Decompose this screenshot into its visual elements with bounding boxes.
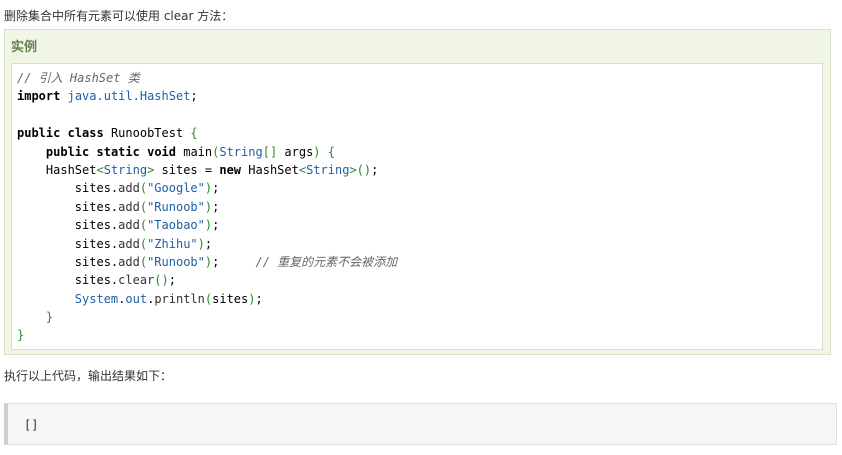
code-line: sites.add("Runoob"); // 重复的元素不会被添加 (17, 253, 822, 271)
code-line: public static void main(String[] args) { (17, 143, 822, 161)
code-token: ) (197, 236, 205, 251)
code-token: java.util.HashSet (67, 89, 191, 104)
code-line: System.out.println(sites); (17, 290, 822, 308)
code-token: clear (118, 273, 155, 288)
code-token: "Runoob" (147, 199, 205, 214)
code-token: public (17, 126, 61, 141)
code-token: add (118, 218, 140, 233)
code-line: sites.add("Runoob"); (17, 198, 822, 216)
code-line: import java.util.HashSet; (17, 87, 822, 105)
code-token: } (45, 310, 54, 325)
code-token: sites (17, 254, 111, 269)
code-token: ; (255, 291, 263, 306)
code-token: sites (17, 199, 111, 214)
code-token: "Taobao" (147, 218, 205, 233)
code-token: ; (212, 199, 220, 214)
code-token: sites (17, 236, 111, 251)
code-token: RunoobTest (103, 126, 191, 141)
code-token: ( (139, 236, 148, 251)
code-token: ( (139, 181, 148, 196)
code-token: out (125, 291, 148, 306)
code-token: ; (212, 218, 220, 233)
code-token: ( (139, 218, 148, 233)
code-token: args (277, 144, 314, 159)
code-line: public class RunoobTest { (17, 124, 822, 142)
code-token: >() (349, 162, 372, 177)
code-token: "Google" (147, 181, 205, 196)
code-token: HashSet (17, 162, 97, 177)
code-token: add (118, 199, 140, 214)
code-token: sites (212, 291, 249, 306)
intro-text: 删除集合中所有元素可以使用 clear 方法： (4, 9, 234, 23)
code-line: ​ (17, 106, 822, 124)
code-line: // 引入 HashSet 类 (17, 69, 822, 87)
code-token: import (17, 89, 61, 104)
code-token: ; (168, 273, 176, 288)
code-token: < (298, 162, 307, 177)
code-token: void (147, 144, 176, 159)
code-token: new (219, 162, 242, 177)
code-line: sites.add("Zhihu"); (17, 235, 822, 253)
code-token: HashSet (241, 162, 299, 177)
code-token: { (190, 126, 198, 141)
code-token: String (103, 162, 148, 177)
code-line: } (17, 326, 822, 344)
output-block[interactable]: [] (4, 403, 837, 445)
code-token: sites (154, 162, 205, 177)
code-token: sites (17, 181, 111, 196)
code-line: HashSet<String> sites = new HashSet<Stri… (17, 161, 822, 179)
code-line: sites.add("Taobao"); (17, 216, 822, 234)
code-token: String (219, 144, 263, 159)
code-token: static (96, 144, 140, 159)
code-line: } (17, 308, 822, 326)
code-token: () (154, 273, 169, 288)
code-token: System (74, 291, 119, 306)
code-token: sites (17, 273, 111, 288)
code-line: sites.add("Google"); (17, 179, 822, 197)
code-token: add (118, 181, 140, 196)
example-title: 实例 (11, 40, 38, 55)
code-line: sites.clear(); (17, 271, 822, 289)
code-token: class (67, 126, 104, 141)
code-token: // 引入 HashSet 类 (17, 71, 140, 85)
code-token: main (176, 144, 213, 159)
example-panel: 实例 // 引入 HashSet 类 import java.util.HashS… (4, 29, 831, 355)
code-token: ( (139, 199, 148, 214)
code-token: ( (139, 254, 148, 269)
code-token: < (96, 162, 104, 177)
result-text: 执行以上代码，输出结果如下： (4, 369, 173, 383)
code-token: // 重复的元素不会被添加 (255, 254, 398, 269)
code-token: ; (190, 89, 198, 104)
code-token: "Runoob" (147, 254, 205, 269)
code-token: add (118, 254, 140, 269)
code-token: ) (313, 144, 321, 159)
code-token: add (118, 236, 140, 251)
code-token: sites (17, 218, 111, 233)
code-token: ; (204, 236, 213, 251)
code-token: public (45, 144, 90, 159)
code-token: { (327, 144, 335, 159)
code-token: ; (371, 162, 379, 177)
code-token: ; (212, 181, 220, 196)
code-token: [] (262, 144, 278, 159)
code-block[interactable]: // 引入 HashSet 类 import java.util.HashSet;… (11, 63, 823, 350)
code-token: "Zhihu" (147, 236, 198, 251)
code-token: String (306, 162, 350, 177)
code-token: } (17, 328, 25, 343)
code-token: println (154, 291, 205, 306)
